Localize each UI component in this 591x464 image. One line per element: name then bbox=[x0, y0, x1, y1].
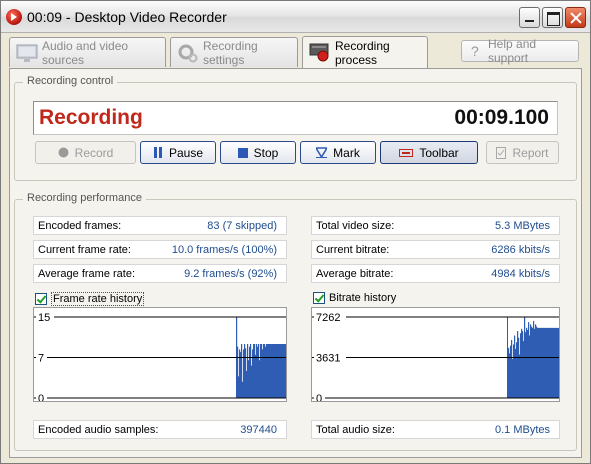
title-bar[interactable]: 00:09 - Desktop Video Recorder bbox=[1, 1, 590, 33]
bitrate-bar bbox=[558, 327, 559, 398]
toolbar-toggle-button[interactable]: Toolbar bbox=[380, 141, 478, 164]
record-app-icon bbox=[6, 9, 22, 25]
encoded-audio-samples-value: 397440 bbox=[240, 424, 277, 436]
app-window: 00:09 - Desktop Video Recorder Audio and… bbox=[0, 0, 591, 464]
current-frame-rate-field: Current frame rate: 10.0 frames/s (100%) bbox=[33, 240, 287, 259]
toolbar-button-label: Toolbar bbox=[419, 145, 459, 160]
bitrate-history-graph: 7262 3631 0 bbox=[311, 307, 560, 402]
encoded-frames-label: Encoded frames: bbox=[38, 220, 122, 232]
bitrate-history-checkbox[interactable]: Bitrate history bbox=[313, 292, 396, 304]
stop-button-label: Stop bbox=[253, 145, 279, 160]
current-frame-rate-value: 10.0 frames/s (100%) bbox=[171, 244, 277, 256]
tab-recording-process-label: Recording process bbox=[335, 38, 390, 67]
tab-recording-process[interactable]: Recording process bbox=[302, 36, 428, 68]
recording-icon bbox=[309, 43, 329, 62]
close-button[interactable] bbox=[565, 7, 586, 28]
report-icon bbox=[496, 146, 507, 159]
bitrate-history-label: Bitrate history bbox=[329, 292, 397, 304]
recording-control-group: Recording control Recording 00:09.100 Re… bbox=[14, 75, 577, 181]
question-mark-icon: ? bbox=[471, 43, 479, 59]
average-bitrate-field: Average bitrate: 4984 kbits/s bbox=[311, 264, 560, 283]
tab-recording-settings-label: Recording settings bbox=[203, 38, 258, 67]
recording-status-text: Recording bbox=[39, 106, 143, 129]
current-frame-rate-label: Current frame rate: bbox=[38, 244, 131, 256]
toolbar-icon bbox=[399, 148, 414, 157]
mark-button[interactable]: Mark bbox=[300, 141, 376, 164]
pause-button[interactable]: Pause bbox=[140, 141, 216, 164]
maximize-button[interactable] bbox=[542, 7, 563, 28]
frame-rate-tick-label: 7 bbox=[38, 353, 44, 365]
recording-status-display: Recording 00:09.100 bbox=[33, 101, 558, 135]
encoded-frames-field: Encoded frames: 83 (7 skipped) bbox=[33, 216, 287, 235]
average-bitrate-label: Average bitrate: bbox=[316, 268, 394, 280]
average-frame-rate-label: Average frame rate: bbox=[38, 268, 136, 280]
current-bitrate-field: Current bitrate: 6286 kbits/s bbox=[311, 240, 560, 259]
help-and-support-label: Help and support bbox=[488, 37, 537, 65]
frame-rate-history-checkbox[interactable]: Frame rate history bbox=[35, 292, 145, 306]
stop-icon bbox=[237, 147, 248, 158]
encoded-frames-value: 83 (7 skipped) bbox=[207, 220, 277, 232]
average-bitrate-value: 4984 kbits/s bbox=[491, 268, 550, 280]
average-frame-rate-field: Average frame rate: 9.2 frames/s (92%) bbox=[33, 264, 287, 283]
pause-button-label: Pause bbox=[168, 145, 204, 160]
bitrate-tick-label: 7262 bbox=[316, 312, 340, 324]
frame-rate-tick-label: 0 bbox=[38, 393, 44, 401]
mark-button-label: Mark bbox=[333, 145, 360, 160]
monitor-icon bbox=[16, 44, 38, 62]
checkbox-checked-icon[interactable] bbox=[35, 293, 47, 305]
report-button[interactable]: Report bbox=[486, 141, 559, 164]
total-video-size-label: Total video size: bbox=[316, 220, 395, 232]
frame-rate-tick-label: 15 bbox=[38, 312, 50, 324]
checkbox-checked-icon[interactable] bbox=[313, 292, 325, 304]
record-button[interactable]: Record bbox=[35, 141, 136, 164]
minimize-button[interactable] bbox=[519, 7, 540, 28]
report-button-label: Report bbox=[512, 145, 549, 160]
frame-rate-history-label: Frame rate history bbox=[51, 292, 145, 306]
recording-control-title: Recording control bbox=[23, 75, 118, 87]
frame-rate-history-plot: 1570 bbox=[34, 311, 286, 401]
recording-elapsed-time: 00:09.100 bbox=[454, 106, 549, 129]
tab-recording-settings[interactable]: Recording settings bbox=[170, 37, 298, 67]
tab-audio-video-sources[interactable]: Audio and video sources bbox=[9, 37, 166, 67]
record-dot-icon bbox=[58, 147, 69, 158]
total-video-size-value: 5.3 MBytes bbox=[494, 220, 550, 232]
total-audio-size-label: Total audio size: bbox=[316, 424, 395, 436]
mark-icon bbox=[316, 147, 328, 158]
pause-icon bbox=[153, 147, 162, 158]
frame-rate-bar bbox=[285, 344, 286, 398]
tab-audio-video-sources-label: Audio and video sources bbox=[42, 38, 129, 67]
help-and-support-button[interactable]: ? Help and support bbox=[461, 37, 579, 65]
current-bitrate-label: Current bitrate: bbox=[316, 244, 390, 256]
encoded-audio-samples-field: Encoded audio samples: 397440 bbox=[33, 420, 287, 439]
average-frame-rate-value: 9.2 frames/s (92%) bbox=[184, 268, 277, 280]
recording-performance-group: Recording performance Encoded frames: 83… bbox=[14, 192, 577, 451]
total-audio-size-value: 0.1 MBytes bbox=[494, 424, 550, 436]
gears-icon bbox=[178, 44, 198, 63]
bitrate-history-plot: 7262 3631 0 bbox=[312, 311, 559, 401]
stop-button[interactable]: Stop bbox=[220, 141, 296, 164]
tab-content: Recording control Recording 00:09.100 Re… bbox=[9, 68, 582, 458]
bitrate-tick-label: 3631 bbox=[316, 353, 340, 365]
frame-rate-history-graph: 15 7 0 bbox=[33, 307, 287, 402]
bitrate-tick-label: 0 bbox=[316, 393, 322, 401]
recording-performance-title: Recording performance bbox=[23, 192, 146, 204]
record-button-label: Record bbox=[74, 145, 114, 160]
total-audio-size-field: Total audio size: 0.1 MBytes bbox=[311, 420, 560, 439]
encoded-audio-samples-label: Encoded audio samples: bbox=[38, 424, 159, 436]
current-bitrate-value: 6286 kbits/s bbox=[491, 244, 550, 256]
window-title: 00:09 - Desktop Video Recorder bbox=[27, 9, 227, 25]
total-video-size-field: Total video size: 5.3 MBytes bbox=[311, 216, 560, 235]
